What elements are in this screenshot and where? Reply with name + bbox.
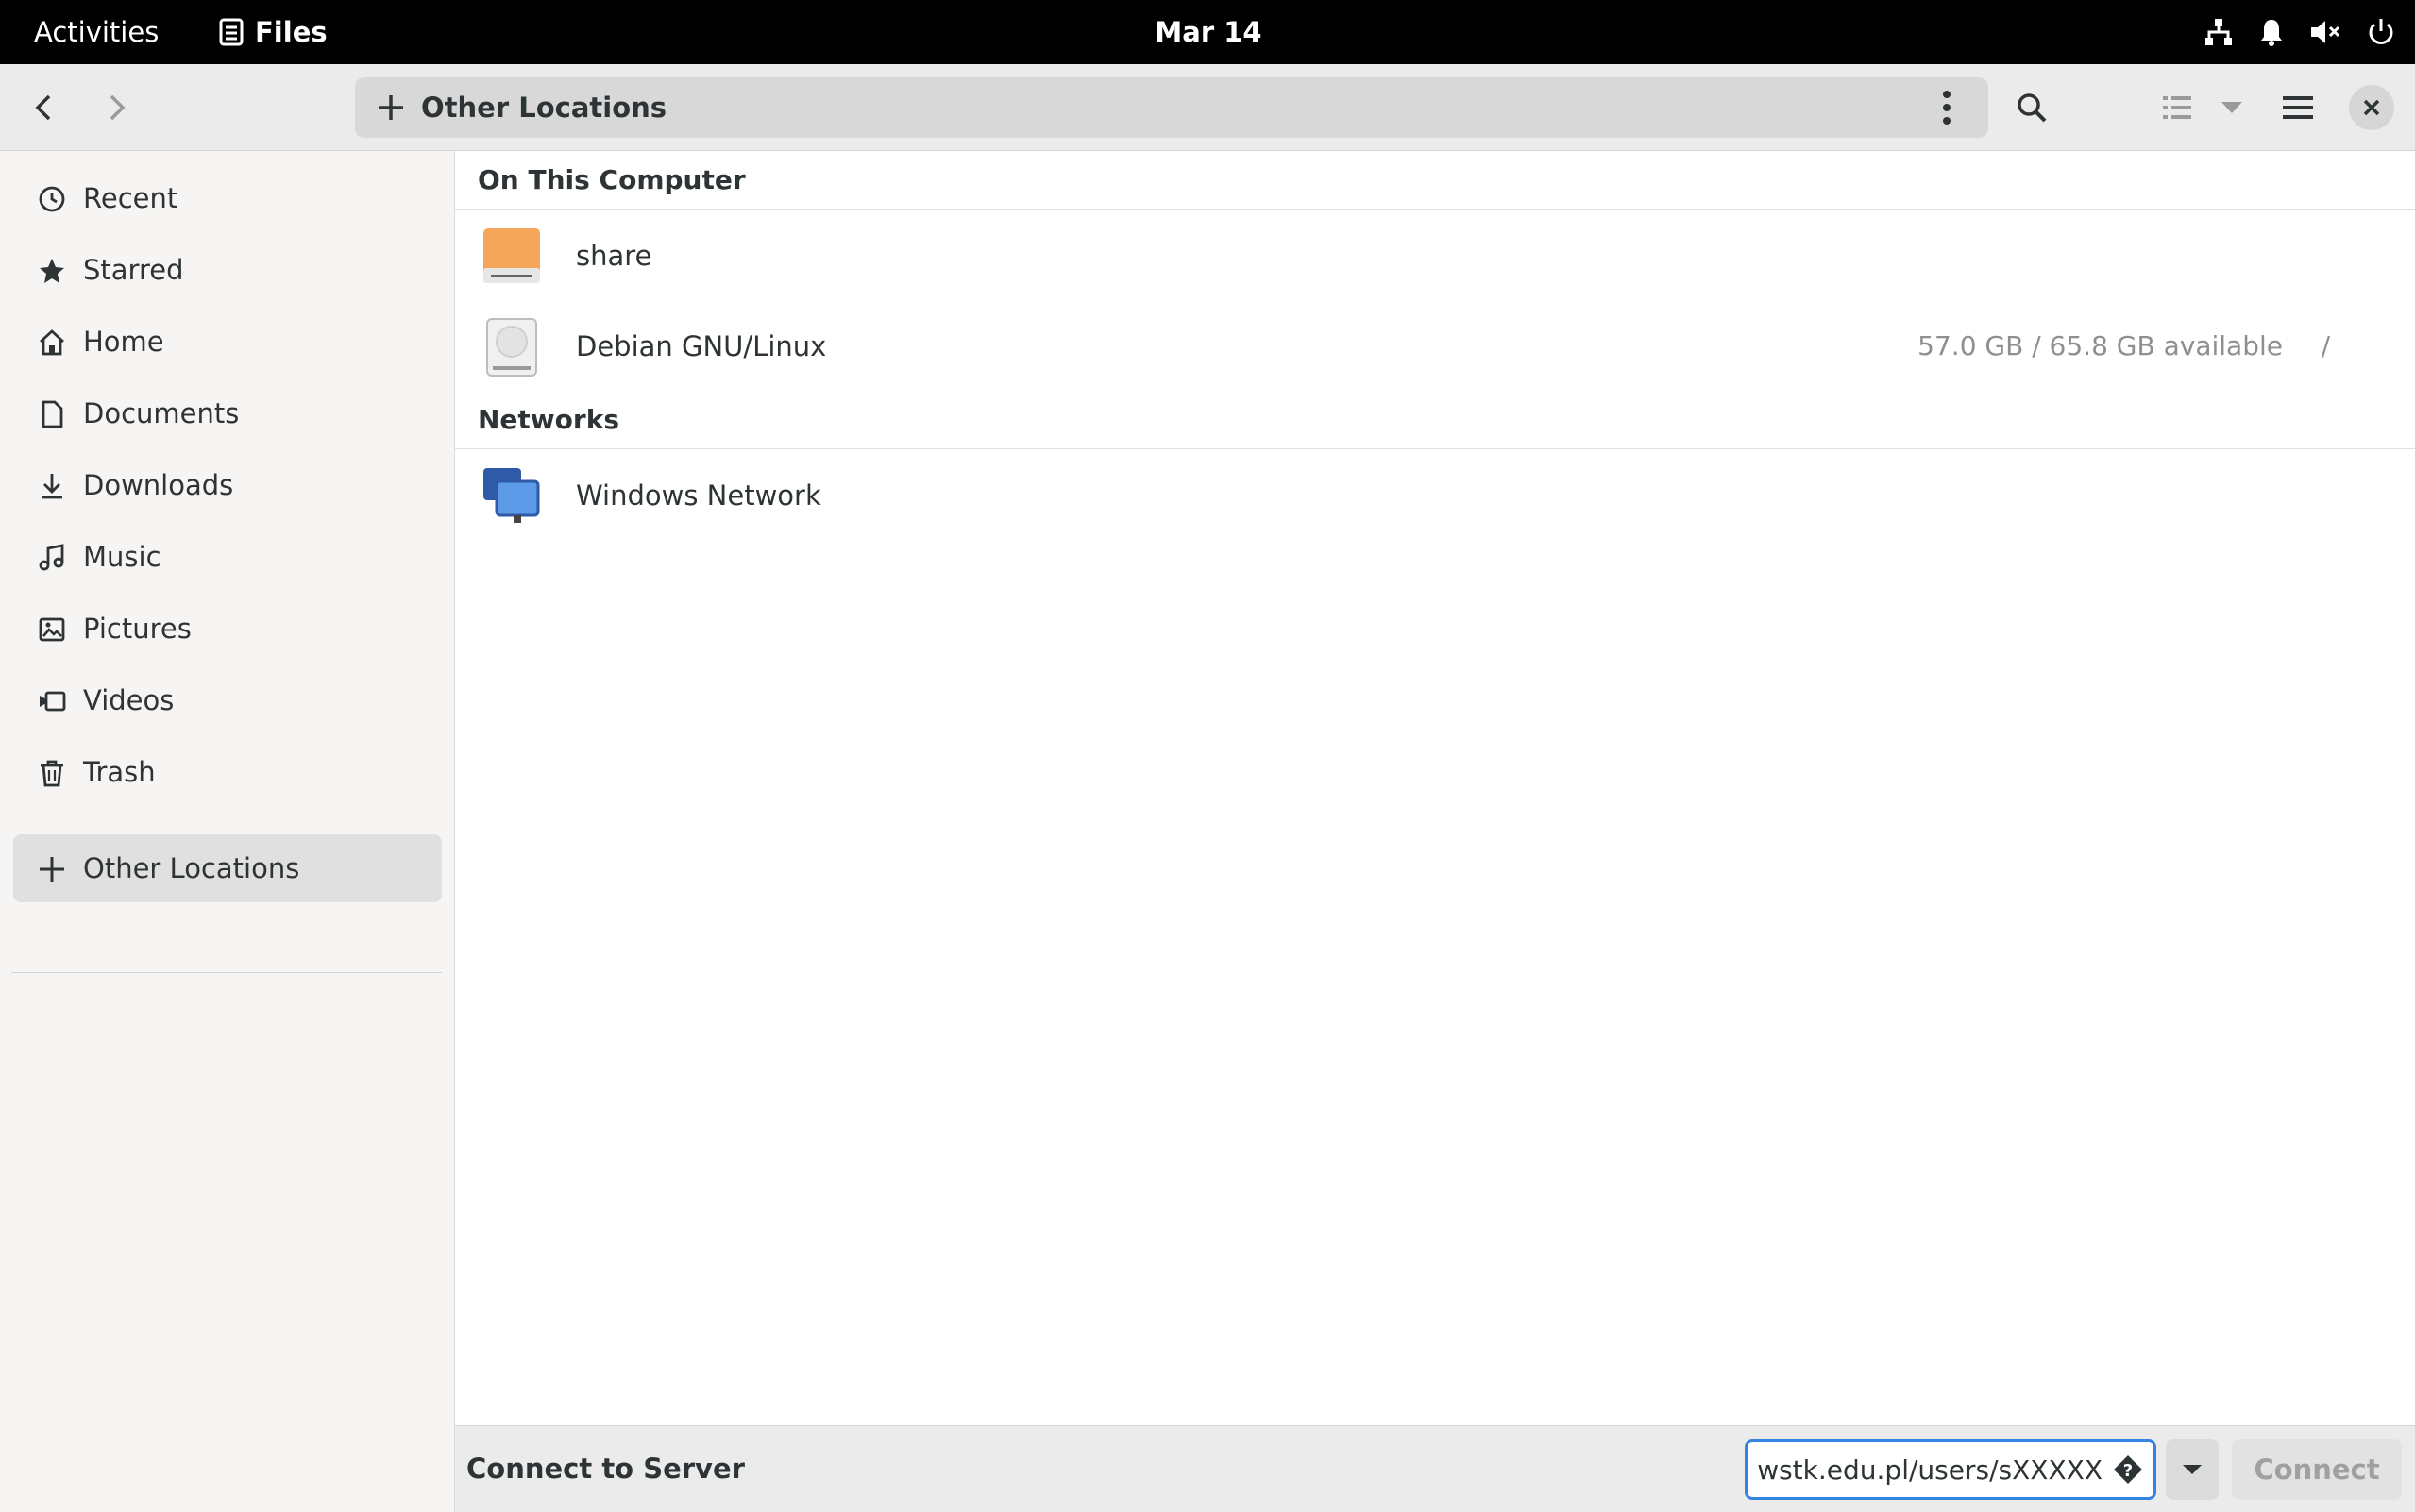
picture-icon: [38, 615, 66, 644]
connect-to-server-label: Connect to Server: [466, 1453, 745, 1485]
back-button[interactable]: [17, 81, 70, 134]
list-view-button[interactable]: [2151, 81, 2204, 134]
sidebar-item-label: Trash: [83, 756, 156, 788]
app-name: Files: [255, 16, 328, 48]
video-icon: [38, 687, 66, 715]
view-options-button[interactable]: [2205, 81, 2258, 134]
drive-icon: [481, 227, 542, 287]
section-header-networks: Networks: [455, 391, 2415, 449]
close-window-button[interactable]: [2349, 85, 2394, 130]
search-icon: [2016, 92, 2048, 124]
back-icon: [32, 93, 55, 122]
document-icon: [38, 400, 66, 428]
main-menu-button[interactable]: [2271, 81, 2324, 134]
sidebar-item-trash[interactable]: Trash: [13, 738, 442, 806]
activities-button[interactable]: Activities: [34, 0, 159, 64]
sidebar-item-label: Other Locations: [83, 852, 300, 884]
sidebar-item-starred[interactable]: Starred: [13, 236, 442, 304]
sidebar-item-downloads[interactable]: Downloads: [13, 451, 442, 519]
harddisk-icon: [481, 317, 542, 378]
network-icon[interactable]: [2204, 17, 2234, 47]
header-bar: Other Locations: [0, 64, 2415, 151]
section-header-on-this-computer: On This Computer: [455, 151, 2415, 210]
system-tray[interactable]: [2204, 0, 2396, 64]
sidebar-item-videos[interactable]: Videos: [13, 666, 442, 734]
location-row-windows-network[interactable]: Windows Network: [455, 451, 2415, 542]
sidebar-item-label: Music: [83, 541, 161, 573]
sidebar-item-label: Downloads: [83, 469, 234, 501]
location-row-share[interactable]: share: [455, 211, 2415, 302]
sidebar-separator: [11, 972, 442, 973]
list-view-icon: [2162, 93, 2192, 122]
sidebar-item-label: Documents: [83, 397, 240, 429]
app-menu-button[interactable]: Files: [219, 0, 328, 64]
server-address-input[interactable]: [1748, 1442, 2103, 1497]
sidebar: Recent Starred Home Documents Downloads …: [0, 151, 455, 1512]
sidebar-item-music[interactable]: Music: [13, 523, 442, 591]
volume-muted-icon[interactable]: [2309, 17, 2341, 47]
recent-servers-dropdown[interactable]: [2166, 1439, 2219, 1500]
location-name: share: [576, 240, 652, 272]
star-icon: [38, 257, 66, 285]
chevron-down-icon: [2181, 1463, 2204, 1476]
location-name: Debian GNU/Linux: [576, 330, 827, 362]
location-name: Windows Network: [576, 479, 821, 512]
sidebar-item-label: Starred: [83, 254, 184, 286]
path-menu-button[interactable]: [1922, 83, 1971, 132]
music-icon: [38, 544, 66, 572]
download-icon: [38, 472, 66, 500]
server-address-field[interactable]: ?: [1745, 1439, 2156, 1500]
sidebar-item-documents[interactable]: Documents: [13, 379, 442, 447]
location-mount-point: /: [2321, 330, 2330, 361]
clock[interactable]: Mar 14 04:26: [1114, 0, 1303, 112]
location-space: 57.0 GB / 65.8 GB available: [1917, 330, 2283, 361]
path-menu-icon: [1943, 91, 1951, 125]
plus-icon: [376, 92, 406, 123]
svg-text:?: ?: [2123, 1461, 2133, 1481]
hamburger-menu-icon: [2282, 94, 2314, 121]
forward-icon: [106, 93, 128, 122]
path-label[interactable]: Other Locations: [421, 77, 667, 138]
notification-bell-icon[interactable]: [2258, 17, 2285, 47]
top-panel: Activities Files Mar 14 04:26: [0, 0, 2415, 112]
sidebar-item-label: Videos: [83, 684, 175, 716]
close-icon: [2363, 99, 2380, 116]
path-bar[interactable]: Other Locations: [355, 77, 1988, 138]
locations-view: On This Computer share Debian GNU/Linux …: [455, 151, 2415, 1425]
trash-icon: [38, 759, 66, 787]
section-title: Networks: [478, 404, 620, 435]
connect-button[interactable]: Connect: [2232, 1439, 2402, 1500]
clock-icon: [38, 185, 66, 213]
sidebar-item-label: Home: [83, 326, 164, 358]
location-row-debian[interactable]: Debian GNU/Linux 57.0 GB / 65.8 GB avail…: [455, 302, 2415, 393]
connect-to-server-bar: Connect to Server ? Connect: [455, 1425, 2415, 1512]
sidebar-item-label: Recent: [83, 182, 178, 214]
sidebar-item-pictures[interactable]: Pictures: [13, 595, 442, 663]
network-computers-icon: [481, 466, 542, 527]
section-title: On This Computer: [478, 164, 746, 195]
sidebar-item-other-locations[interactable]: Other Locations: [13, 834, 442, 902]
forward-button[interactable]: [91, 81, 144, 134]
sidebar-item-label: Pictures: [83, 613, 192, 645]
search-button[interactable]: [2005, 81, 2058, 134]
plus-icon: [38, 855, 66, 883]
files-app-icon: [219, 18, 244, 46]
help-icon[interactable]: ?: [2112, 1453, 2144, 1486]
power-icon[interactable]: [2366, 17, 2396, 47]
sidebar-item-recent[interactable]: Recent: [13, 164, 442, 232]
view-options-icon: [2220, 100, 2244, 115]
home-icon: [38, 328, 66, 357]
sidebar-item-home[interactable]: Home: [13, 308, 442, 376]
